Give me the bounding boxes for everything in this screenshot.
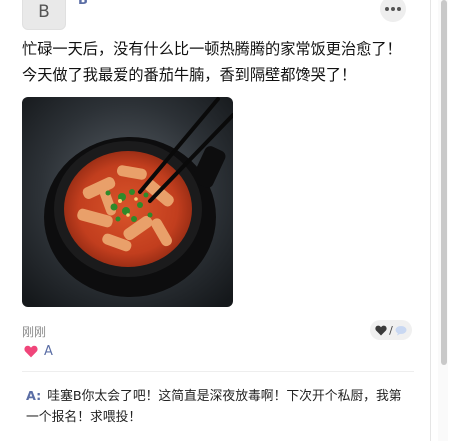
post-photo[interactable] — [22, 97, 233, 307]
like-heart-icon — [24, 345, 38, 358]
avatar[interactable]: B — [22, 0, 66, 30]
author-name[interactable]: B — [78, 0, 88, 8]
post-text: 忙碌一天后，没有什么比一顿热腾腾的家常饭更治愈了！今天做了我最爱的番茄牛腩，香到… — [22, 40, 402, 84]
scrollbar-thumb[interactable] — [441, 0, 447, 365]
comment-icon — [395, 325, 407, 335]
comment-item: A: 哇塞B你太会了吧！这简直是深夜放毒啊！下次开个私厨，我第一个报名！求喂投！ — [26, 386, 406, 428]
moment-card: B B 忙碌一天后，没有什么比一顿热腾腾的家常饭更治愈了！今天做了我最爱的番茄牛… — [0, 0, 430, 441]
more-options-button[interactable] — [380, 0, 406, 22]
comment-author[interactable]: A: — [26, 389, 41, 404]
panel-border — [430, 0, 431, 441]
avatar-letter: B — [38, 2, 50, 22]
reaction-button[interactable]: / — [370, 320, 412, 340]
divider — [22, 371, 414, 372]
post-time: 刚刚 — [22, 325, 47, 339]
reaction-separator: / — [389, 323, 393, 337]
more-dots-icon — [384, 7, 389, 11]
like-user-name[interactable]: A — [44, 344, 53, 359]
heart-icon — [375, 325, 387, 335]
comment-text: 哇塞B你太会了吧！这简直是深夜放毒啊！下次开个私厨，我第一个报名！求喂投！ — [26, 389, 402, 425]
food-photo-image — [22, 97, 233, 307]
likes-row: A — [24, 344, 53, 359]
